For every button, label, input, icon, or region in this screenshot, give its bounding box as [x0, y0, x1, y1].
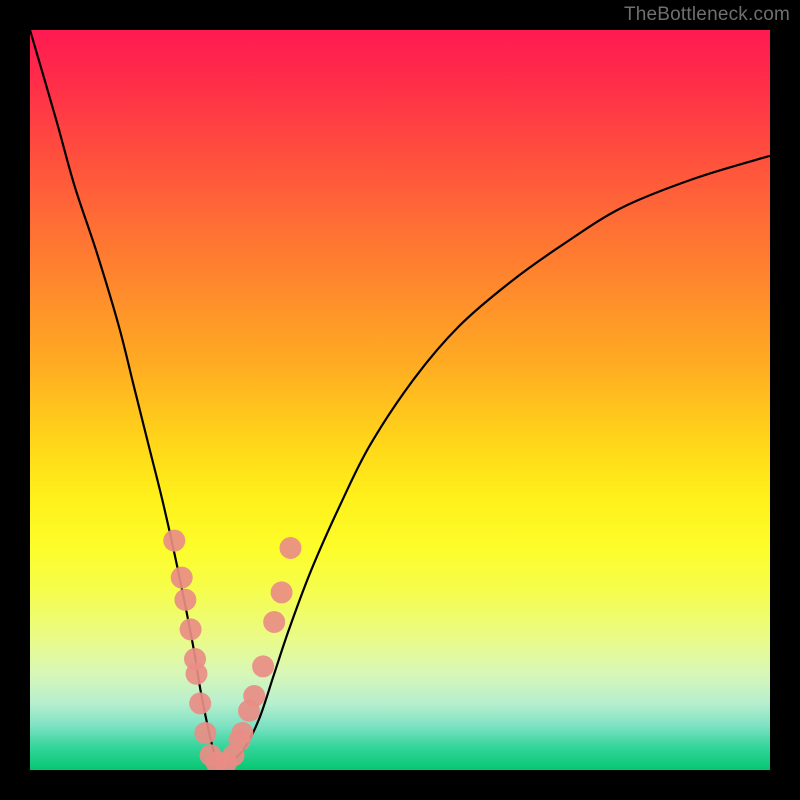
- scatter-point: [243, 685, 265, 707]
- plot-area: [30, 30, 770, 770]
- scatter-points: [163, 530, 301, 770]
- watermark-text: TheBottleneck.com: [624, 4, 790, 26]
- scatter-point: [279, 537, 301, 559]
- curve-series: [30, 30, 770, 764]
- chart-frame: TheBottleneck.com: [0, 0, 800, 800]
- chart-svg: [30, 30, 770, 770]
- scatter-point: [231, 722, 253, 744]
- scatter-point: [189, 692, 211, 714]
- scatter-point: [186, 663, 208, 685]
- scatter-point: [252, 655, 274, 677]
- scatter-point: [194, 722, 216, 744]
- scatter-point: [174, 589, 196, 611]
- scatter-point: [180, 618, 202, 640]
- curve-line: [30, 30, 770, 764]
- scatter-point: [171, 567, 193, 589]
- scatter-point: [271, 581, 293, 603]
- scatter-point: [163, 530, 185, 552]
- scatter-point: [263, 611, 285, 633]
